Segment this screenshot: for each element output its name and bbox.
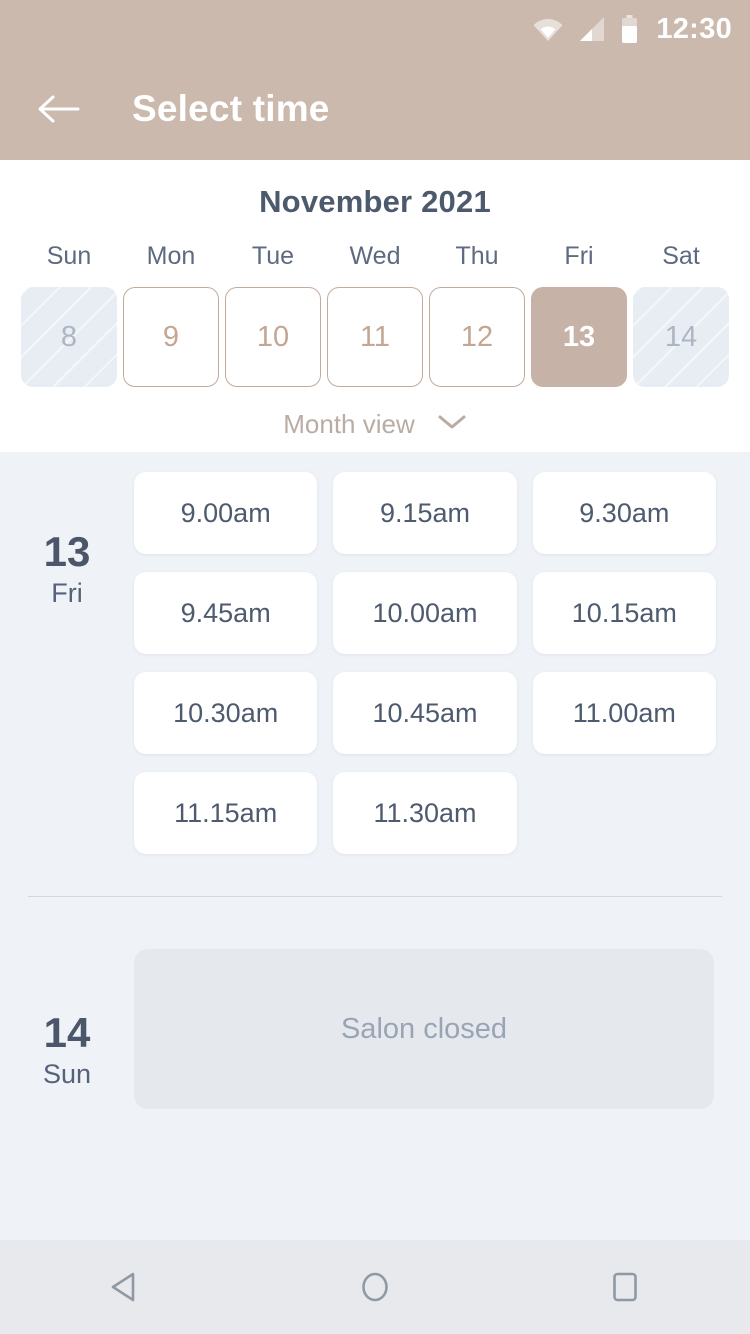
phone-screen: 12:30 Select time November 2021 Sun Mon … xyxy=(0,0,750,1334)
time-slot[interactable]: 10.45am xyxy=(333,672,517,754)
date-cell-9[interactable]: 9 xyxy=(123,287,219,387)
day-divider xyxy=(28,896,722,897)
month-view-toggle[interactable]: Month view xyxy=(0,409,750,440)
weekday-label: Fri xyxy=(564,242,594,270)
android-nav-bar xyxy=(0,1240,750,1334)
time-slot[interactable]: 11.15am xyxy=(134,772,318,854)
time-slot[interactable]: 9.15am xyxy=(333,472,517,554)
weekday-label: Sun xyxy=(46,242,92,270)
nav-recents-button[interactable] xyxy=(570,1240,680,1334)
nav-back-button[interactable] xyxy=(70,1240,180,1334)
time-slot-grid: 9.00am 9.15am 9.30am 9.45am 10.00am 10.1… xyxy=(134,472,722,854)
date-cell-slot: 13 xyxy=(528,287,630,387)
back-arrow-icon xyxy=(36,93,80,125)
home-nav-icon xyxy=(358,1270,392,1304)
day-of-week: Sun xyxy=(42,1059,92,1090)
wifi-icon xyxy=(533,16,563,42)
calendar-panel: November 2021 Sun Mon Tue Wed Thu Fri Sa… xyxy=(0,160,750,452)
time-slot[interactable]: 10.30am xyxy=(134,672,318,754)
day-of-week: Fri xyxy=(51,578,83,609)
date-cell-slot: 10 xyxy=(222,287,324,387)
weekday-label: Wed xyxy=(349,242,401,270)
day-label-14: 14 Sun xyxy=(0,949,134,1090)
weekday-label: Thu xyxy=(455,242,499,270)
signal-icon xyxy=(578,16,606,42)
weekday-label: Tue xyxy=(251,242,295,270)
date-cell-slot: 12 xyxy=(426,287,528,387)
time-slot[interactable]: 9.00am xyxy=(134,472,318,554)
weekday-label: Sat xyxy=(662,242,700,270)
time-slot[interactable]: 10.15am xyxy=(532,572,716,654)
date-cell-12[interactable]: 12 xyxy=(429,287,525,387)
weekday-label: Mon xyxy=(146,242,196,270)
date-cell-slot: 8 xyxy=(18,287,120,387)
date-cell-14: 14 xyxy=(633,287,729,387)
chevron-down-icon xyxy=(437,413,467,436)
time-slot[interactable]: 10.00am xyxy=(333,572,517,654)
nav-home-button[interactable] xyxy=(320,1240,430,1334)
date-cell-slot: 9 xyxy=(120,287,222,387)
date-cell-slot: 11 xyxy=(324,287,426,387)
back-button[interactable] xyxy=(30,81,86,137)
date-row: 8 9 10 11 12 13 14 xyxy=(0,287,750,387)
status-icons xyxy=(533,15,638,43)
app-bar: Select time xyxy=(0,58,750,160)
recents-nav-icon xyxy=(608,1270,642,1304)
date-cell-8: 8 xyxy=(21,287,117,387)
status-bar-clock: 12:30 xyxy=(656,12,732,45)
time-slot[interactable]: 11.30am xyxy=(333,772,517,854)
day-number: 14 xyxy=(43,1009,91,1056)
date-cell-11[interactable]: 11 xyxy=(327,287,423,387)
time-slot[interactable]: 11.00am xyxy=(532,672,716,754)
date-cell-slot: 14 xyxy=(630,287,732,387)
schedule-area: 13 Fri 9.00am 9.15am 9.30am 9.45am 10.00… xyxy=(0,452,750,1240)
date-cell-13-selected[interactable]: 13 xyxy=(531,287,627,387)
date-cell-10[interactable]: 10 xyxy=(225,287,321,387)
month-view-label: Month view xyxy=(283,409,415,439)
time-slot[interactable]: 9.45am xyxy=(134,572,318,654)
weekday-header-row: Sun Mon Tue Wed Thu Fri Sat xyxy=(0,242,750,271)
battery-icon xyxy=(621,15,638,43)
page-title: Select time xyxy=(132,88,330,129)
day-number: 13 xyxy=(43,528,91,575)
status-bar: 12:30 xyxy=(0,0,750,58)
day-block-14: 14 Sun Salon closed xyxy=(0,949,750,1109)
back-nav-icon xyxy=(108,1270,142,1304)
calendar-month-label: November 2021 xyxy=(259,184,491,219)
salon-closed-card: Salon closed xyxy=(134,949,714,1109)
day-label-13: 13 Fri xyxy=(0,472,134,609)
day-block-13: 13 Fri 9.00am 9.15am 9.30am 9.45am 10.00… xyxy=(0,472,750,854)
time-slot[interactable]: 9.30am xyxy=(532,472,716,554)
